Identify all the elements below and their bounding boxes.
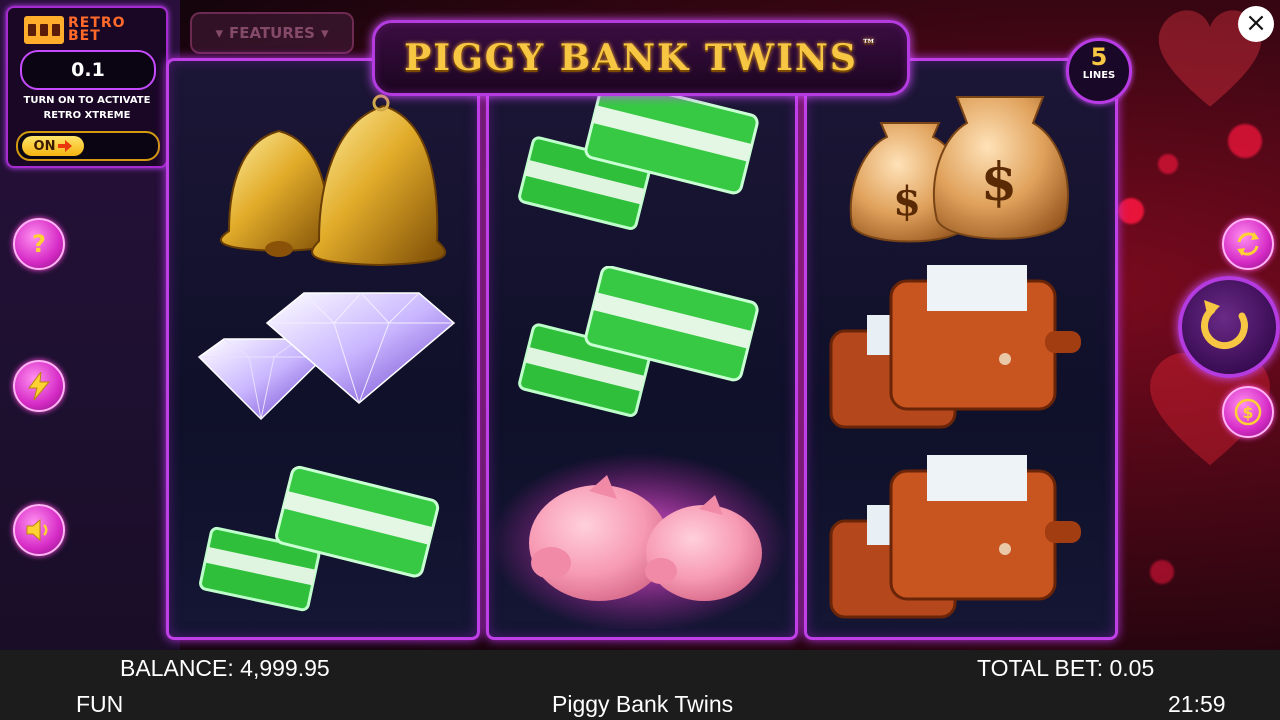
toggle-on-label: ON (33, 138, 56, 154)
autoplay-button[interactable] (1222, 218, 1274, 270)
chevron-down-icon: ▾ (215, 24, 224, 42)
game-title-plate: PIGGY BANK TWINS ™ (372, 20, 910, 96)
paylines-label: LINES (1082, 70, 1116, 81)
lightning-icon (28, 372, 51, 400)
slot-machine-icon (24, 16, 64, 44)
trademark-mark: ™ (861, 37, 878, 53)
svg-text:$: $ (893, 178, 921, 225)
spin-arrow-icon (1200, 300, 1248, 350)
svg-text:$: $ (981, 152, 1017, 213)
double-cash-stack-symbol (199, 465, 440, 612)
retro-caption-line1: TURN ON TO ACTIVATE (23, 95, 151, 106)
speaker-icon (26, 518, 48, 542)
reel-2 (486, 58, 798, 640)
coin-icon: $ (1234, 398, 1262, 426)
piggy-bank-twins-symbol (489, 453, 789, 629)
game-name-label: Piggy Bank Twins (552, 691, 734, 717)
double-diamond-symbol (197, 292, 456, 421)
close-button[interactable]: × (1238, 6, 1274, 42)
paylines-badge: 5 LINES (1066, 38, 1132, 104)
paylines-count: 5 (1090, 43, 1108, 71)
reel-3: $ $ (804, 58, 1118, 640)
chevron-down-icon: ▾ (320, 24, 329, 42)
features-tab[interactable]: ▾ FEATURES ▾ (190, 12, 354, 54)
bet-button[interactable]: $ (1222, 386, 1274, 438)
double-cash-stack-symbol (518, 266, 759, 417)
svg-text:$: $ (1242, 403, 1253, 422)
retro-bet-value: 0.1 (20, 50, 156, 90)
status-bar: BALANCE: 4,999.95 TOTAL BET: 0.05 FUN Pi… (0, 650, 1280, 720)
balance-display: BALANCE: 4,999.95 (120, 655, 330, 681)
game-title: PIGGY BANK TWINS (404, 37, 858, 79)
double-wallet-symbol (829, 455, 1081, 619)
double-cash-stack-symbol (518, 89, 759, 230)
turbo-button[interactable] (13, 360, 65, 412)
retro-bet-panel: RETRO BET 0.1 TURN ON TO ACTIVATE RETRO … (6, 6, 168, 168)
toggle-on-knob[interactable]: ON (22, 136, 84, 156)
help-button[interactable]: ? (13, 218, 65, 270)
double-money-bag-symbol: $ $ (849, 96, 1069, 243)
autoplay-icon (1237, 232, 1259, 256)
retro-bet-logo: RETRO BET (24, 16, 126, 44)
double-wallet-symbol (829, 265, 1081, 429)
retro-bet-caption: TURN ON TO ACTIVATE RETRO XTREME (12, 93, 162, 123)
retro-caption-line2: RETRO XTREME (43, 110, 131, 121)
bokeh-light (1118, 198, 1144, 224)
retro-xtreme-toggle[interactable]: ON (16, 131, 160, 161)
retro-logo-line2: BET (68, 28, 101, 44)
bokeh-light (1150, 560, 1174, 584)
double-bell-symbol (219, 94, 447, 267)
bokeh-light (1158, 154, 1178, 174)
play-mode-label: FUN (76, 691, 124, 717)
arrow-right-icon (58, 140, 73, 152)
question-mark-icon: ? (32, 230, 46, 258)
reel-1 (166, 58, 480, 640)
features-label: FEATURES (229, 24, 315, 42)
total-bet-display: TOTAL BET: 0.05 (977, 655, 1155, 681)
clock: 21:59 (1168, 691, 1226, 717)
bokeh-light (1228, 124, 1262, 158)
spin-button[interactable] (1178, 276, 1280, 378)
sound-button[interactable] (13, 504, 65, 556)
